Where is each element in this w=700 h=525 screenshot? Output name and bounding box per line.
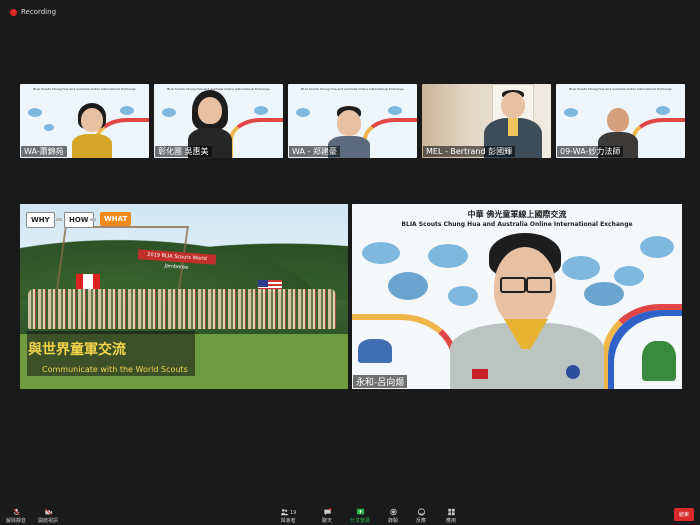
what-chip: WHAT bbox=[100, 212, 132, 226]
chat-button[interactable]: 聊天 bbox=[322, 508, 332, 524]
participant-video bbox=[72, 96, 112, 158]
video-tile-1[interactable]: BLIA Scouts Chung Hua and Australia Onli… bbox=[20, 84, 149, 158]
participant-name: MEL - Bertrand 彭國輝 bbox=[423, 146, 516, 157]
video-tile-4[interactable]: MEL - Bertrand 彭國輝 bbox=[422, 84, 551, 158]
record-button[interactable]: 錄製 bbox=[388, 508, 398, 524]
video-tile-3[interactable]: BLIA Scouts Chung Hua and Australia Onli… bbox=[288, 84, 417, 158]
video-tile-2[interactable]: BLIA Scouts Chung Hua and Australia Onli… bbox=[154, 84, 283, 158]
share-screen-button[interactable]: 分享螢幕 bbox=[350, 508, 370, 524]
record-icon bbox=[389, 508, 397, 516]
record-dot-icon bbox=[10, 8, 17, 16]
scout-group-photo bbox=[28, 289, 336, 329]
slide-header: BLIA Scouts Chung Hua and Australia Onli… bbox=[301, 87, 404, 91]
participants-button[interactable]: 19 與會者 bbox=[280, 508, 296, 524]
participant-name: WA - 郑建豪 bbox=[289, 146, 340, 157]
participants-icon bbox=[280, 509, 289, 516]
share-screen-icon bbox=[356, 508, 364, 515]
participant-name: WA-蕭錦苑 bbox=[21, 146, 67, 157]
cartoon-scouts-right bbox=[642, 341, 676, 381]
recording-indicator[interactable]: Recording bbox=[10, 8, 56, 16]
apps-button[interactable]: 應用 bbox=[446, 508, 456, 524]
slide-header: BLIA Scouts Chung Hua and Australia Onli… bbox=[33, 87, 136, 91]
recording-label: Recording bbox=[21, 8, 57, 16]
active-speaker-tile[interactable]: 中華 佛光童軍線上國際交流 BLIA Scouts Chung Hua and … bbox=[352, 204, 682, 389]
apps-icon bbox=[447, 508, 455, 516]
caption-chinese: 與世界童軍交流 bbox=[28, 342, 126, 358]
chat-icon bbox=[323, 508, 331, 516]
video-tile-5[interactable]: BLIA Scouts Chung Hua and Australia Onli… bbox=[556, 84, 685, 158]
reactions-icon bbox=[417, 508, 425, 516]
speaker-name: 永和-呂向煬 bbox=[353, 375, 408, 388]
participant-name: 彰化團 吳惠美 bbox=[155, 146, 212, 157]
meeting-toolbar: 解除靜音 開啟視訊 19 與會者 聊天 分享螢幕 錄製 反應 應用 結束 bbox=[0, 507, 700, 525]
end-meeting-button[interactable]: 結束 bbox=[673, 508, 694, 521]
participant-count: 19 bbox=[290, 509, 297, 516]
cartoon-scouts-left bbox=[358, 339, 392, 363]
caption-english: Communicate with the World Scouts bbox=[42, 365, 188, 374]
start-video-button[interactable]: 開啟視訊 bbox=[38, 508, 58, 524]
mute-button[interactable]: 解除靜音 bbox=[6, 508, 26, 524]
slide-header: BLIA Scouts Chung Hua and Australia Onli… bbox=[569, 87, 672, 91]
why-chip: WHY bbox=[26, 212, 55, 228]
reactions-button[interactable]: 反應 bbox=[416, 508, 426, 524]
video-off-icon bbox=[44, 508, 52, 516]
participant-name: 09-WA-妙力法師 bbox=[557, 146, 624, 157]
shared-screen[interactable]: 2019 BLIA Scouts World Jamboree WHY HOW … bbox=[20, 204, 348, 389]
mic-muted-icon bbox=[12, 508, 20, 516]
speaker-video bbox=[442, 219, 612, 389]
